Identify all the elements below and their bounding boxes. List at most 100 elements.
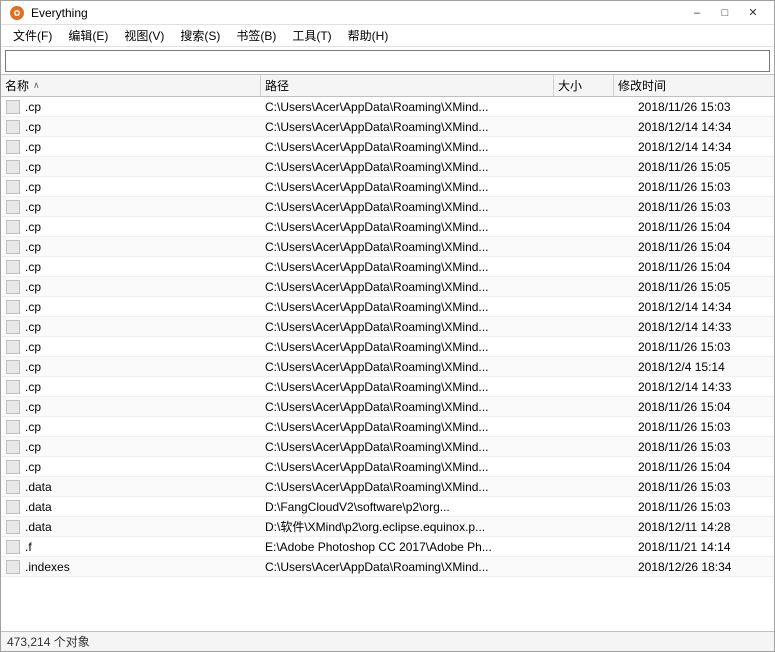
file-name: .data xyxy=(25,480,52,494)
file-name-cell: .cp xyxy=(1,257,261,276)
file-icon xyxy=(5,119,21,135)
table-row[interactable]: .fE:\Adobe Photoshop CC 2017\Adobe Ph...… xyxy=(1,537,774,557)
table-row[interactable]: .dataD:\软件\XMind\p2\org.eclipse.equinox.… xyxy=(1,517,774,537)
table-row[interactable]: .cpC:\Users\Acer\AppData\Roaming\XMind..… xyxy=(1,217,774,237)
file-icon xyxy=(5,139,21,155)
file-size-cell xyxy=(574,477,634,496)
menu-edit[interactable]: 编辑(E) xyxy=(60,25,116,46)
file-size-cell xyxy=(574,417,634,436)
file-icon xyxy=(5,179,21,195)
title-bar-controls: – □ ✕ xyxy=(684,3,766,23)
file-name: .cp xyxy=(25,240,41,254)
menu-tools[interactable]: 工具(T) xyxy=(284,25,339,46)
table-row[interactable]: .cpC:\Users\Acer\AppData\Roaming\XMind..… xyxy=(1,297,774,317)
list-header: 名称 ∧ 路径 大小 修改时间 xyxy=(1,75,774,97)
file-modified-cell: 2018/11/26 15:04 xyxy=(634,237,774,256)
file-name-cell: .cp xyxy=(1,437,261,456)
file-icon-img xyxy=(6,540,20,554)
file-icon-img xyxy=(6,220,20,234)
file-path-cell: C:\Users\Acer\AppData\Roaming\XMind... xyxy=(261,557,574,576)
table-row[interactable]: .cpC:\Users\Acer\AppData\Roaming\XMind..… xyxy=(1,337,774,357)
file-name-cell: .data xyxy=(1,517,261,536)
table-row[interactable]: .cpC:\Users\Acer\AppData\Roaming\XMind..… xyxy=(1,197,774,217)
file-path-cell: C:\Users\Acer\AppData\Roaming\XMind... xyxy=(261,177,574,196)
file-size-cell xyxy=(574,317,634,336)
table-row[interactable]: .cpC:\Users\Acer\AppData\Roaming\XMind..… xyxy=(1,317,774,337)
list-rows[interactable]: .cpC:\Users\Acer\AppData\Roaming\XMind..… xyxy=(1,97,774,631)
file-name: .indexes xyxy=(25,560,70,574)
menu-search[interactable]: 搜索(S) xyxy=(172,25,228,46)
title-bar: Everything – □ ✕ xyxy=(1,1,774,25)
table-row[interactable]: .cpC:\Users\Acer\AppData\Roaming\XMind..… xyxy=(1,417,774,437)
minimize-button[interactable]: – xyxy=(684,3,710,23)
file-name-cell: .cp xyxy=(1,157,261,176)
table-row[interactable]: .cpC:\Users\Acer\AppData\Roaming\XMind..… xyxy=(1,157,774,177)
file-path-cell: C:\Users\Acer\AppData\Roaming\XMind... xyxy=(261,237,574,256)
menu-view[interactable]: 视图(V) xyxy=(116,25,172,46)
search-input[interactable] xyxy=(5,50,770,72)
file-icon-img xyxy=(6,320,20,334)
table-row[interactable]: .indexes C:\Users\Acer\AppData\Roaming\XM… xyxy=(1,557,774,577)
table-row[interactable]: .cpC:\Users\Acer\AppData\Roaming\XMind..… xyxy=(1,437,774,457)
table-row[interactable]: .dataC:\Users\Acer\AppData\Roaming\XMind… xyxy=(1,477,774,497)
file-name-cell: .cp xyxy=(1,417,261,436)
close-button[interactable]: ✕ xyxy=(740,3,766,23)
file-path-cell: C:\Users\Acer\AppData\Roaming\XMind... xyxy=(261,257,574,276)
table-row[interactable]: .cpC:\Users\Acer\AppData\Roaming\XMind..… xyxy=(1,257,774,277)
file-size-cell xyxy=(574,277,634,296)
header-size[interactable]: 大小 xyxy=(554,75,614,96)
header-path[interactable]: 路径 xyxy=(261,75,554,96)
menu-help[interactable]: 帮助(H) xyxy=(340,25,397,46)
file-modified-cell: 2018/12/4 15:14 xyxy=(634,357,774,376)
file-icon-img xyxy=(6,240,20,254)
file-modified-cell: 2018/11/26 15:03 xyxy=(634,97,774,116)
header-modified[interactable]: 修改时间 xyxy=(614,75,754,96)
table-row[interactable]: .cpC:\Users\Acer\AppData\Roaming\XMind..… xyxy=(1,177,774,197)
file-name: .cp xyxy=(25,100,41,114)
file-modified-cell: 2018/11/26 15:03 xyxy=(634,197,774,216)
file-icon-img xyxy=(6,440,20,454)
table-row[interactable]: .cpC:\Users\Acer\AppData\Roaming\XMind..… xyxy=(1,97,774,117)
file-modified-cell: 2018/12/14 14:33 xyxy=(634,317,774,336)
file-size-cell xyxy=(574,177,634,196)
file-size-cell xyxy=(574,537,634,556)
file-icon-img xyxy=(6,260,20,274)
table-row[interactable]: .cpC:\Users\Acer\AppData\Roaming\XMind..… xyxy=(1,117,774,137)
file-path-cell: C:\Users\Acer\AppData\Roaming\XMind... xyxy=(261,377,574,396)
file-icon xyxy=(5,459,21,475)
file-icon-img xyxy=(6,300,20,314)
file-path-cell: C:\Users\Acer\AppData\Roaming\XMind... xyxy=(261,277,574,296)
file-icon xyxy=(5,539,21,555)
file-name-cell: .cp xyxy=(1,97,261,116)
maximize-button[interactable]: □ xyxy=(712,3,738,23)
file-modified-cell: 2018/12/11 14:28 xyxy=(634,517,774,536)
file-modified-cell: 2018/11/26 15:04 xyxy=(634,397,774,416)
file-size-cell xyxy=(574,497,634,516)
table-row[interactable]: .cpC:\Users\Acer\AppData\Roaming\XMind..… xyxy=(1,397,774,417)
app-title: Everything xyxy=(31,6,88,20)
table-row[interactable]: .cpC:\Users\Acer\AppData\Roaming\XMind..… xyxy=(1,277,774,297)
table-row[interactable]: .cp C:\Users\Acer\AppData\Roaming\XMind..… xyxy=(1,237,774,257)
file-icon-img xyxy=(6,120,20,134)
table-row[interactable]: .cpC:\Users\Acer\AppData\Roaming\XMind..… xyxy=(1,357,774,377)
file-name: .cp xyxy=(25,460,41,474)
table-row[interactable]: .dataD:\FangCloudV2\software\p2\org...20… xyxy=(1,497,774,517)
file-icon xyxy=(5,499,21,515)
file-modified-cell: 2018/11/26 15:03 xyxy=(634,477,774,496)
file-modified-cell: 2018/12/14 14:34 xyxy=(634,117,774,136)
header-name[interactable]: 名称 ∧ xyxy=(1,75,261,96)
file-icon xyxy=(5,419,21,435)
file-name: .data xyxy=(25,500,52,514)
file-path-cell: C:\Users\Acer\AppData\Roaming\XMind... xyxy=(261,157,574,176)
file-icon xyxy=(5,199,21,215)
file-icon xyxy=(5,479,21,495)
table-row[interactable]: .cpC:\Users\Acer\AppData\Roaming\XMind..… xyxy=(1,137,774,157)
table-row[interactable]: .cpC:\Users\Acer\AppData\Roaming\XMind..… xyxy=(1,457,774,477)
status-text: 473,214 个对象 xyxy=(7,633,90,650)
file-name: .f xyxy=(25,540,32,554)
menu-file[interactable]: 文件(F) xyxy=(5,25,60,46)
file-path-cell: C:\Users\Acer\AppData\Roaming\XMind... xyxy=(261,197,574,216)
table-row[interactable]: .cpC:\Users\Acer\AppData\Roaming\XMind..… xyxy=(1,377,774,397)
menu-bookmark[interactable]: 书签(B) xyxy=(228,25,284,46)
file-name-cell: .cp xyxy=(1,137,261,156)
